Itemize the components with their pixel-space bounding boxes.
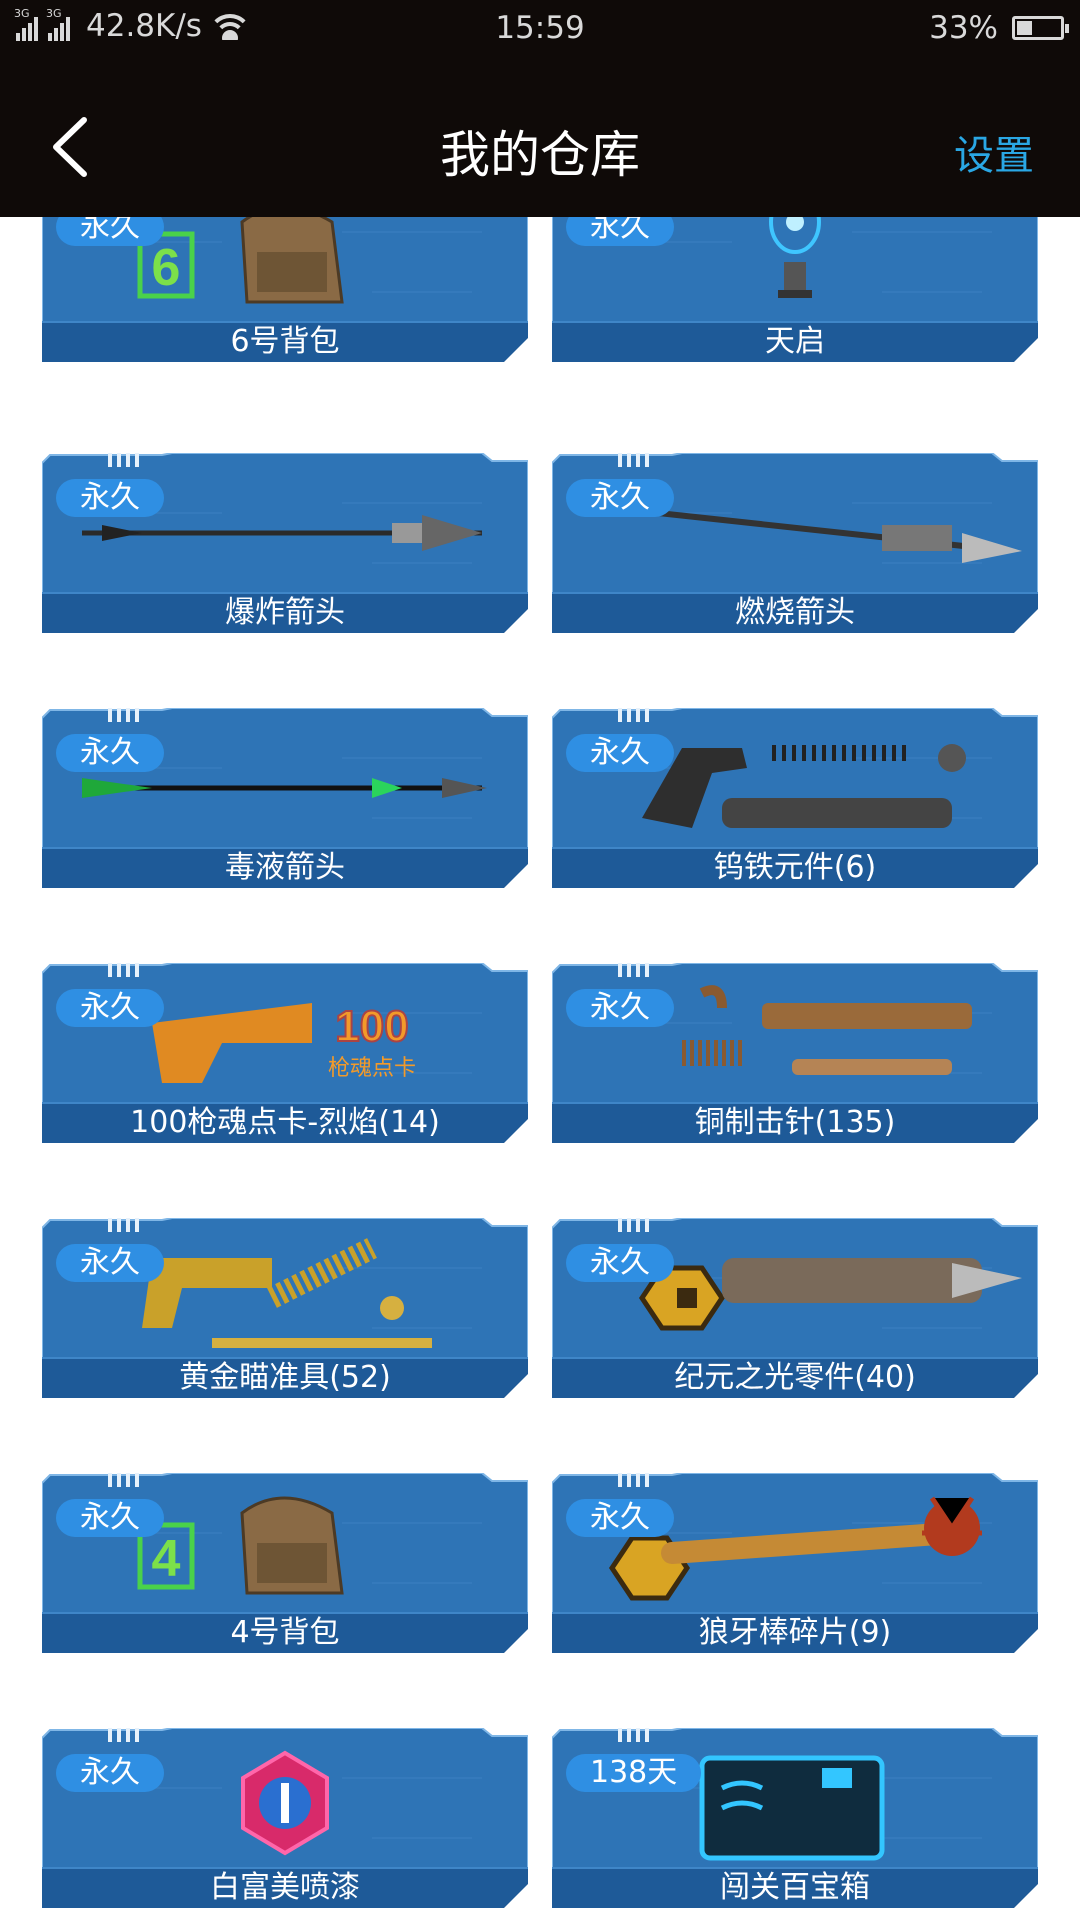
card-tick-marks [108,1473,139,1487]
battery-percent: 33% [929,10,998,46]
warehouse-item-card[interactable]: 永久天启 [552,217,1038,362]
warehouse-item-card[interactable]: 永久爆炸箭头 [42,453,528,633]
points-card-icon: 100 枪魂点卡 [152,1001,416,1083]
spray-badge-icon [241,1750,329,1856]
arrow-venom-icon [82,778,487,798]
gold-scope-icon [142,1238,432,1348]
card-tick-marks [618,708,649,722]
duration-badge: 永久 [56,1499,164,1537]
duration-badge: 永久 [566,217,674,246]
item-name: 爆炸箭头 [225,595,345,630]
card-tick-marks [108,708,139,722]
duration-badge: 永久 [56,1244,164,1282]
item-name: 6号背包 [230,324,340,359]
page-title: 我的仓库 [440,126,640,184]
clock: 15:59 [495,10,585,46]
arrow-fire-icon [611,505,1022,563]
weapon-part-icon [638,1258,1022,1331]
item-name: 燃烧箭头 [735,595,855,630]
item-name: 钨铁元件(6) [713,850,877,885]
card-tick-marks [618,1218,649,1232]
settings-button[interactable]: 设置 [954,123,1034,181]
card-tick-marks [108,453,139,467]
duration-badge: 永久 [566,1499,674,1537]
duration-badge: 永久 [566,1244,674,1282]
duration-badge: 永久 [56,479,164,517]
duration-badge: 永久 [56,734,164,772]
card-tick-marks [618,1473,649,1487]
status-bar: 3G 3G 42.8K/s 15:59 33% [0,0,1080,57]
warehouse-item-card[interactable]: 永久燃烧箭头 [552,453,1038,633]
item-name: 闯关百宝箱 [720,1870,870,1905]
backpack-4-icon: 4 [137,1496,344,1595]
warehouse-item-card[interactable]: 永久毒液箭头 [42,708,528,888]
gun-parts-icon [642,744,966,828]
duration-badge: 138天 [566,1754,702,1792]
warehouse-item-card[interactable]: 永久黄金瞄准具(52) [42,1218,528,1398]
item-name: 毒液箭头 [225,850,345,885]
warehouse-item-card[interactable]: 永久纪元之光零件(40) [552,1218,1038,1398]
duration-badge: 永久 [566,734,674,772]
card-tick-marks [618,963,649,977]
battery-icon [1012,16,1069,40]
duration-badge: 永久 [56,1754,164,1792]
svg-text:枪魂点卡: 枪魂点卡 [328,1055,416,1080]
duration-badge: 永久 [56,989,164,1027]
warehouse-item-card[interactable]: 永久铜制击针(135) [552,963,1038,1143]
item-name: 狼牙棒碎片(9) [698,1615,892,1650]
warehouse-item-card[interactable]: 138天闯关百宝箱 [552,1728,1038,1908]
status-right: 33% [929,10,1069,46]
warehouse-item-card[interactable]: 永久狼牙棒碎片(9) [552,1473,1038,1653]
copper-pin-icon [682,985,972,1075]
svg-text:4: 4 [152,1530,181,1588]
warehouse-item-card[interactable]: 永久白富美喷漆 [42,1728,528,1908]
arrow-explosive-icon [82,515,482,551]
card-tick-marks [618,453,649,467]
item-name: 100枪魂点卡-烈焰(14) [130,1105,440,1140]
card-tick-marks [108,1218,139,1232]
item-name: 铜制击针(135) [694,1105,896,1140]
spiked-club-icon [608,1496,982,1601]
duration-badge: 永久 [566,479,674,517]
warehouse-item-card[interactable]: 4 永久 4号背包 [42,1473,528,1653]
warehouse-item-card[interactable]: 100 枪魂点卡 永久 100枪魂点卡-烈焰(14) [42,963,528,1143]
item-name: 白富美喷漆 [210,1870,360,1905]
treasure-box-icon [699,1755,885,1861]
item-name: 黄金瞄准具(52) [179,1360,391,1395]
item-name: 天启 [765,324,825,359]
warehouse-item-card[interactable]: 永久钨铁元件(6) [552,708,1038,888]
item-name: 纪元之光零件(40) [674,1360,916,1395]
warehouse-grid: 6 永久 6号背包 永久 天启 永久 爆炸箭头 永久 燃烧箭头 永久 毒液箭头 永久 钨铁元件(6) 10… [0,217,1080,1920]
nav-bar: 我的仓库 设置 [0,57,1080,217]
card-tick-marks [108,1728,139,1742]
duration-badge: 永久 [566,989,674,1027]
warehouse-item-card[interactable]: 6 永久 6号背包 [42,217,528,362]
battery-fill [1017,21,1032,35]
item-name: 4号背包 [230,1615,340,1650]
duration-badge: 永久 [56,217,164,246]
card-tick-marks [108,963,139,977]
card-tick-marks [618,1728,649,1742]
svg-text:100: 100 [335,1002,408,1051]
svg-text:6: 6 [152,239,181,297]
